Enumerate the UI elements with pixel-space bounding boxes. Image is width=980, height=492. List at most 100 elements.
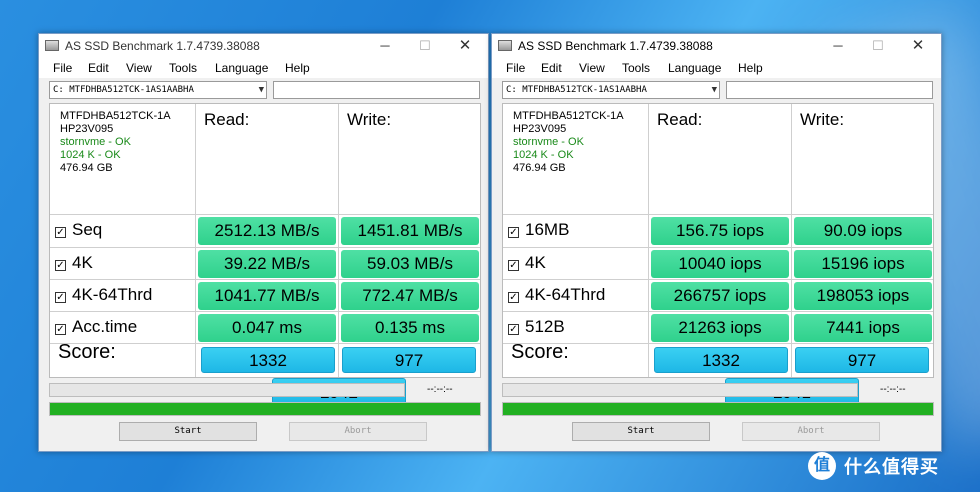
drive-model: MTFDHBA512TCK-1A: [60, 110, 171, 122]
row-label[interactable]: ✓ 4K-64Thrd: [508, 280, 605, 310]
score-read: 1332: [201, 347, 335, 373]
result-write-cell: 7441 iops: [794, 314, 932, 342]
score-write: 977: [342, 347, 476, 373]
grid-divider: [503, 247, 933, 248]
progress-fill: [50, 403, 480, 415]
row-label[interactable]: ✓ 4K-64Thrd: [55, 280, 152, 310]
score-write: 977: [795, 347, 929, 373]
drive-info: MTFDHBA512TCK-1A HP23V095 stornvme - OK …: [513, 110, 624, 175]
chevron-down-icon[interactable]: ▼: [712, 82, 717, 98]
site-watermark: 值 什么值得买: [808, 448, 939, 484]
menu-file[interactable]: File: [53, 61, 72, 75]
menu-file[interactable]: File: [506, 61, 525, 75]
menu-help[interactable]: Help: [285, 61, 310, 75]
result-write-cell: 198053 iops: [794, 282, 932, 310]
checkbox-icon[interactable]: ✓: [55, 260, 66, 271]
time-readout: --:--:--: [427, 384, 453, 395]
checkbox-icon[interactable]: ✓: [508, 260, 519, 271]
menu-view[interactable]: View: [579, 61, 605, 75]
menu-help[interactable]: Help: [738, 61, 763, 75]
menu-tools[interactable]: Tools: [169, 61, 197, 75]
window-title: AS SSD Benchmark 1.7.4739.38088: [65, 39, 260, 53]
result-read-cell: 10040 iops: [651, 250, 789, 278]
row-label[interactable]: ✓ Acc.time: [55, 312, 137, 342]
drive-select-value: C: MTFDHBA512TCK-1AS1AABHA: [506, 85, 647, 95]
checkbox-icon[interactable]: ✓: [508, 227, 519, 238]
result-read-cell: 1041.77 MB/s: [198, 282, 336, 310]
menu-edit[interactable]: Edit: [541, 61, 562, 75]
overall-progress-bar: [502, 402, 934, 416]
drive-select[interactable]: C: MTFDHBA512TCK-1AS1AABHA ▼: [49, 81, 267, 99]
watermark-text: 什么值得买: [844, 457, 939, 477]
menu-edit[interactable]: Edit: [88, 61, 109, 75]
menu-language[interactable]: Language: [215, 61, 268, 75]
row-label[interactable]: ✓ 4K: [508, 248, 546, 278]
abort-button[interactable]: Abort: [289, 422, 427, 441]
alignment-status: 1024 K - OK: [60, 149, 121, 161]
result-write-cell: 1451.81 MB/s: [341, 217, 479, 245]
drive-text-field[interactable]: [726, 81, 933, 99]
driver-status: stornvme - OK: [60, 136, 131, 148]
checkbox-icon[interactable]: ✓: [508, 292, 519, 303]
result-read-cell: 156.75 iops: [651, 217, 789, 245]
menu-tools[interactable]: Tools: [622, 61, 650, 75]
test-progress-bar: [49, 383, 405, 397]
title-bar[interactable]: AS SSD Benchmark 1.7.4739.38088 ─ ☐ ✕: [39, 34, 488, 58]
row-label[interactable]: ✓ 512B: [508, 312, 565, 342]
read-header: Read:: [657, 110, 703, 129]
chevron-down-icon[interactable]: ▼: [259, 82, 264, 98]
alignment-status: 1024 K - OK: [513, 149, 574, 161]
drive-firmware: HP23V095: [513, 123, 567, 135]
test-progress-bar: [502, 383, 858, 397]
menu-view[interactable]: View: [126, 61, 152, 75]
score-label: Score:: [58, 341, 116, 363]
close-icon[interactable]: ✕: [448, 36, 482, 56]
row-label[interactable]: ✓ 4K: [55, 248, 93, 278]
result-read-cell: 21263 iops: [651, 314, 789, 342]
score-label: Score:: [511, 341, 569, 363]
result-read-cell: 266757 iops: [651, 282, 789, 310]
benchmark-window-iops[interactable]: AS SSD Benchmark 1.7.4739.38088 ─ ☐ ✕ Fi…: [491, 33, 942, 452]
grid-divider: [648, 104, 649, 377]
row-label[interactable]: ✓ 16MB: [508, 215, 569, 245]
close-icon[interactable]: ✕: [901, 36, 935, 56]
drive-select-value: C: MTFDHBA512TCK-1AS1AABHA: [53, 85, 194, 95]
app-drive-icon: [498, 40, 512, 51]
result-write-cell: 0.135 ms: [341, 314, 479, 342]
result-write-cell: 772.47 MB/s: [341, 282, 479, 310]
benchmark-window-mbs[interactable]: AS SSD Benchmark 1.7.4739.38088 ─ ☐ ✕ Fi…: [38, 33, 489, 452]
grid-divider: [50, 247, 480, 248]
checkbox-icon[interactable]: ✓: [55, 292, 66, 303]
results-grid: MTFDHBA512TCK-1A HP23V095 stornvme - OK …: [49, 103, 481, 406]
drive-size: 476.94 GB: [513, 162, 566, 174]
drive-text-field[interactable]: [273, 81, 480, 99]
minimize-icon[interactable]: ─: [821, 36, 855, 56]
grid-divider: [503, 311, 933, 312]
result-write-cell: 15196 iops: [794, 250, 932, 278]
watermark-logo: 值: [808, 452, 836, 480]
title-bar[interactable]: AS SSD Benchmark 1.7.4739.38088 ─ ☐ ✕: [492, 34, 941, 58]
checkbox-icon[interactable]: ✓: [508, 324, 519, 335]
menu-language[interactable]: Language: [668, 61, 721, 75]
row-label[interactable]: ✓ Seq: [55, 215, 102, 245]
overall-progress-bar: [49, 402, 481, 416]
write-header: Write:: [347, 110, 392, 129]
result-write-cell: 90.09 iops: [794, 217, 932, 245]
time-readout: --:--:--: [880, 384, 906, 395]
start-button[interactable]: Start: [119, 422, 257, 441]
start-button[interactable]: Start: [572, 422, 710, 441]
progress-fill: [503, 403, 933, 415]
grid-divider: [791, 104, 792, 377]
maximize-icon[interactable]: ☐: [861, 36, 895, 56]
drive-info: MTFDHBA512TCK-1A HP23V095 stornvme - OK …: [60, 110, 171, 175]
read-header: Read:: [204, 110, 250, 129]
window-title: AS SSD Benchmark 1.7.4739.38088: [518, 39, 713, 53]
checkbox-icon[interactable]: ✓: [55, 324, 66, 335]
menu-bar: File Edit View Tools Language Help: [39, 58, 488, 78]
abort-button[interactable]: Abort: [742, 422, 880, 441]
drive-size: 476.94 GB: [60, 162, 113, 174]
maximize-icon[interactable]: ☐: [408, 36, 442, 56]
drive-select[interactable]: C: MTFDHBA512TCK-1AS1AABHA ▼: [502, 81, 720, 99]
minimize-icon[interactable]: ─: [368, 36, 402, 56]
checkbox-icon[interactable]: ✓: [55, 227, 66, 238]
